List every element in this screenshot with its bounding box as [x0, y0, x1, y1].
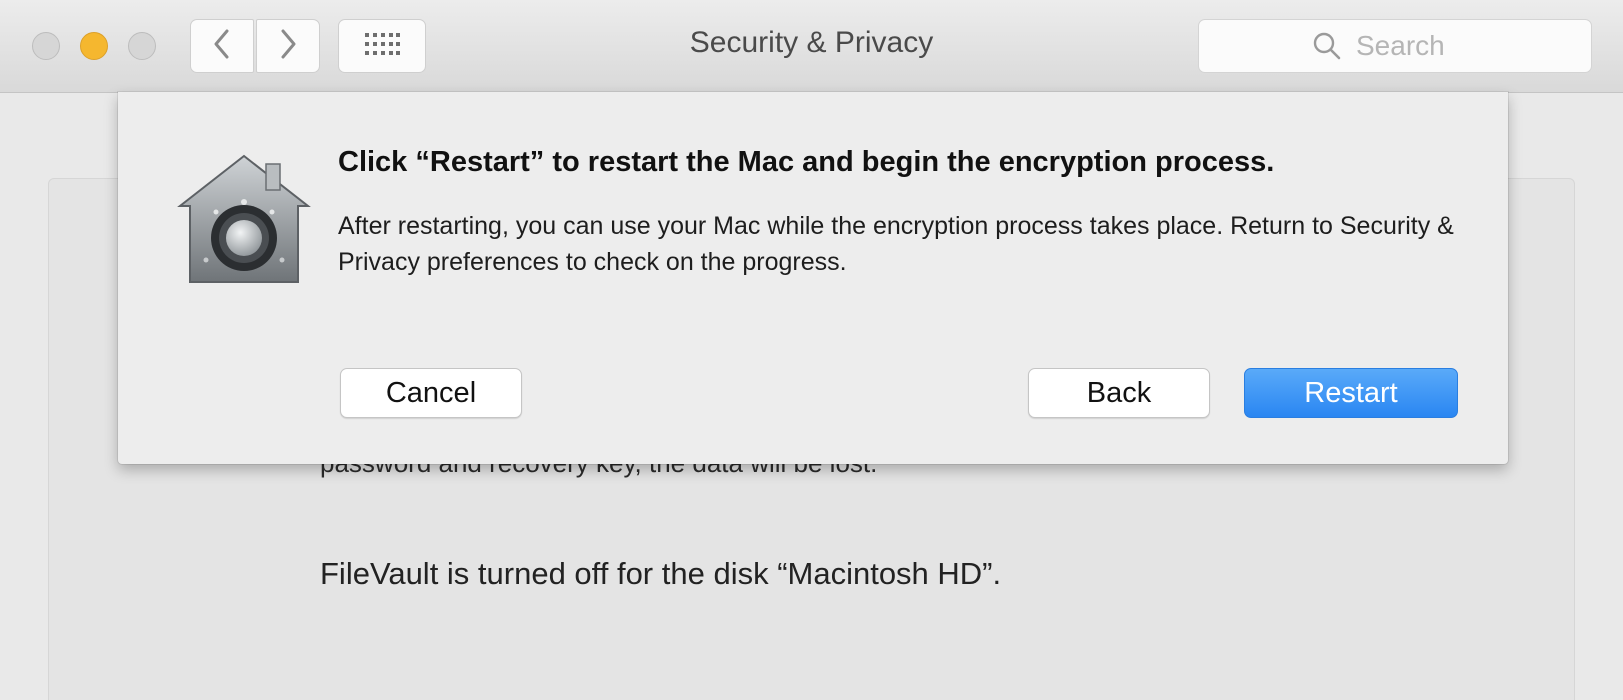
minimize-window-button[interactable] [80, 32, 108, 60]
filevault-status-text: FileVault is turned off for the disk “Ma… [320, 556, 1002, 591]
filevault-lock-icon [174, 150, 314, 290]
close-window-button[interactable] [32, 32, 60, 60]
restart-button[interactable]: Restart [1244, 368, 1458, 418]
sheet-heading: Click “Restart” to restart the Mac and b… [338, 146, 1275, 178]
forward-button[interactable] [256, 19, 320, 73]
search-icon [1312, 31, 1342, 61]
chevron-right-icon [278, 29, 298, 64]
search-input[interactable] [1354, 29, 1478, 63]
restart-confirmation-sheet: Click “Restart” to restart the Mac and b… [118, 92, 1508, 464]
title-bar: Security & Privacy [0, 0, 1623, 93]
back-button-dialog[interactable]: Back [1028, 368, 1210, 418]
search-field[interactable] [1198, 19, 1592, 73]
zoom-window-button[interactable] [128, 32, 156, 60]
chevron-left-icon [212, 29, 232, 64]
sheet-message: After restarting, you can use your Mac w… [338, 212, 1454, 276]
preferences-window: Security & Privacy password and recovery… [0, 0, 1623, 700]
show-all-button[interactable] [338, 19, 426, 73]
back-button[interactable] [190, 19, 254, 73]
cancel-button[interactable]: Cancel [340, 368, 522, 418]
show-all-grid-icon [364, 32, 400, 61]
